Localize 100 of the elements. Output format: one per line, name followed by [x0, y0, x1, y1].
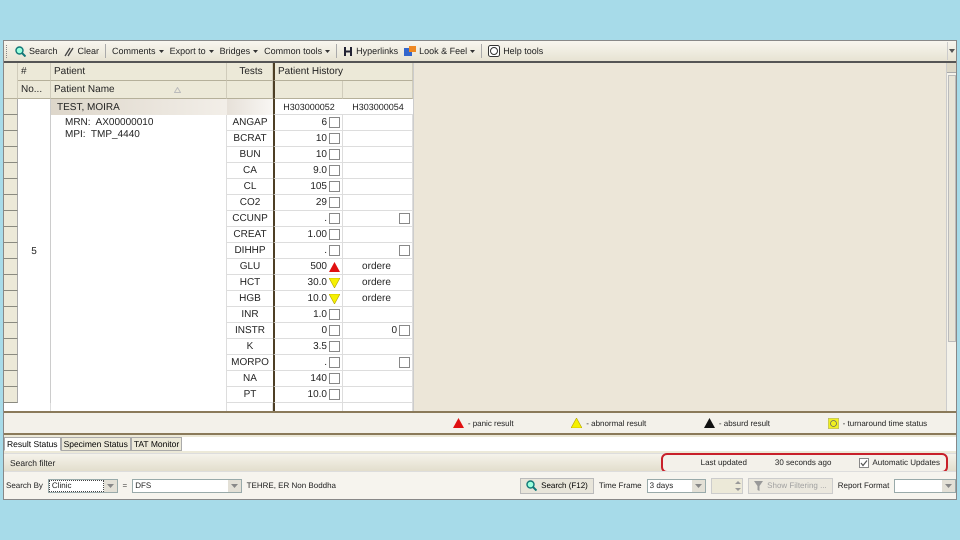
tab[interactable]: TAT Monitor [130, 437, 182, 451]
checkbox[interactable] [399, 357, 410, 368]
row-header[interactable] [4, 243, 18, 259]
result-value: . [324, 213, 327, 224]
patient-detail: MRN: AX00000010 [65, 117, 154, 129]
column-header[interactable]: # [18, 63, 51, 81]
row-header[interactable] [4, 339, 18, 355]
scrollbar[interactable] [946, 63, 956, 411]
spinner-arrows-icon [734, 478, 742, 492]
result-value: ordere [362, 293, 391, 304]
dropdown[interactable]: Clinic [48, 478, 118, 492]
test-name: ANGAP [227, 115, 273, 131]
checkbox[interactable] [329, 341, 340, 352]
dropdown[interactable] [894, 478, 956, 492]
search-button[interactable]: Search (F12) [520, 478, 594, 494]
eraser-icon [64, 46, 75, 56]
toolbar-button[interactable]: Search [13, 43, 60, 59]
row-header[interactable] [4, 307, 18, 323]
column-header[interactable]: Patient [51, 63, 227, 81]
checkbox[interactable] [329, 373, 340, 384]
result-value: 140 [310, 373, 327, 384]
result-value: . [324, 245, 327, 256]
checkbox[interactable] [329, 357, 340, 368]
test-name: INSTR [227, 323, 273, 339]
toolbar-button[interactable]: Help tools [486, 43, 546, 59]
checkbox[interactable] [329, 149, 340, 160]
test-name: BCRAT [227, 131, 273, 147]
result-value: 3.5 [313, 341, 327, 352]
test-name: BUN [227, 147, 273, 163]
column-header[interactable]: Tests [227, 63, 273, 81]
row-header[interactable] [4, 275, 18, 291]
caret-icon [695, 484, 702, 488]
test-name: GLU [227, 259, 273, 275]
row-header[interactable] [4, 195, 18, 211]
dropdown[interactable]: 3 days [646, 478, 706, 492]
checkbox[interactable] [329, 117, 340, 128]
row-header[interactable] [4, 131, 18, 147]
number-spinner[interactable] [711, 478, 744, 494]
row-header[interactable] [4, 323, 18, 339]
field-label: Report Format [838, 481, 890, 490]
legend-label: - absurd result [718, 418, 770, 428]
toolbar-button[interactable]: Look & Feel [402, 43, 478, 59]
row-header[interactable] [4, 371, 18, 387]
table-cell [227, 99, 273, 115]
checkbox[interactable] [329, 325, 340, 336]
row-header[interactable] [4, 211, 18, 227]
column-header[interactable]: H303000052 [273, 99, 343, 115]
dropdown[interactable]: DFS [132, 478, 242, 492]
warning-down-icon [329, 294, 340, 304]
result-value: . [324, 357, 327, 368]
caret-icon [106, 484, 114, 488]
checkbox[interactable] [399, 245, 410, 256]
status-label: Last updated [700, 458, 747, 467]
test-name: MORPO [227, 355, 273, 371]
checkmark-icon [860, 458, 868, 466]
toolbar-button[interactable]: Hyperlinks [341, 43, 400, 59]
toolbar-button[interactable]: Comments [110, 43, 166, 59]
checkbox[interactable] [329, 389, 340, 400]
legend-label: - abnormal result [586, 418, 646, 428]
test-name: HCT [227, 275, 273, 291]
test-name: CCUNP [227, 211, 273, 227]
checkbox[interactable] [329, 309, 340, 320]
row-header[interactable] [4, 147, 18, 163]
search-icon [15, 46, 26, 56]
checkbox[interactable]: Automatic Updates [859, 458, 940, 468]
checkbox[interactable] [329, 197, 340, 208]
toolbar-button[interactable]: Clear [62, 43, 102, 59]
result-value: 1.00 [308, 229, 327, 240]
tab[interactable]: Result Status [4, 437, 61, 451]
checkbox[interactable] [329, 229, 340, 240]
row-header[interactable] [4, 227, 18, 243]
toolbar-button[interactable]: Bridges [218, 43, 260, 59]
column-header[interactable]: Patient Name [51, 81, 227, 99]
patient-name: TEST, MOIRA [51, 99, 227, 115]
row-header[interactable] [4, 99, 18, 115]
row-header[interactable] [4, 163, 18, 179]
checkbox[interactable] [329, 165, 340, 176]
test-name: PT [227, 387, 273, 403]
result-value: ordere [362, 261, 391, 272]
caret-icon [944, 484, 952, 488]
row-header[interactable] [4, 115, 18, 131]
column-header[interactable]: No... [18, 81, 51, 99]
row-header[interactable] [4, 387, 18, 403]
toolbar-button[interactable]: Common tools [262, 43, 332, 59]
result-value: 500 [310, 261, 327, 272]
row-header[interactable] [4, 355, 18, 371]
checkbox[interactable] [329, 213, 340, 224]
test-name: CL [227, 179, 273, 195]
tab[interactable]: Specimen Status [60, 437, 131, 451]
checkbox[interactable] [329, 245, 340, 256]
test-name: NA [227, 371, 273, 387]
row-header[interactable] [4, 179, 18, 195]
row-header[interactable] [4, 259, 18, 275]
checkbox[interactable] [399, 325, 410, 336]
row-header[interactable] [4, 291, 18, 307]
checkbox[interactable] [399, 213, 410, 224]
toolbar-button[interactable]: Export to [168, 43, 216, 59]
checkbox[interactable] [329, 133, 340, 144]
column-header[interactable]: Patient History [273, 63, 413, 81]
checkbox[interactable] [329, 181, 340, 192]
